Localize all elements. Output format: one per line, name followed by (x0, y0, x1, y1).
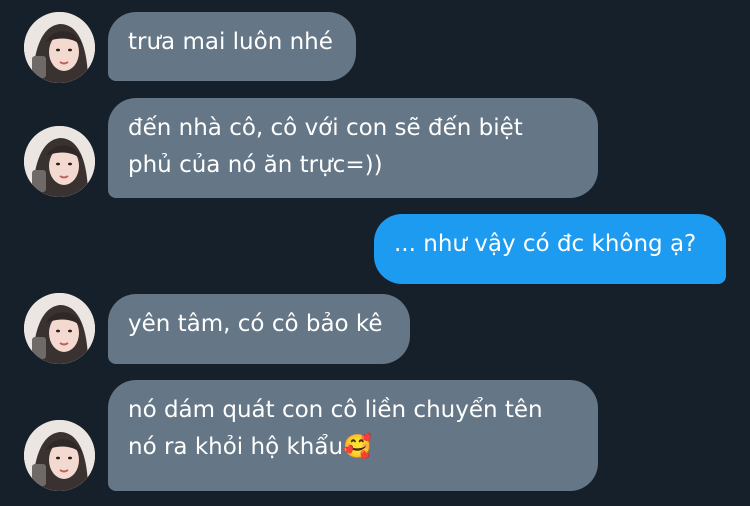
message-bubble-incoming[interactable]: đến nhà cô, cô với con sẽ đến biệt phủ c… (108, 98, 598, 198)
message-text: trưa mai luôn nhé (128, 29, 333, 55)
chat-thread: trưa mai luôn nhé đến nhà cô, cô với con… (0, 0, 750, 506)
message-text: đến nhà cô, cô với con sẽ đến biệt (128, 115, 523, 141)
avatar-photo (24, 126, 95, 197)
message-text: nó dám quát con cô liền chuyển tên (128, 397, 543, 423)
message-bubble-incoming[interactable]: yên tâm, có cô bảo kê (108, 294, 410, 364)
avatar-photo (24, 12, 95, 83)
message-text: nó ra khỏi hộ khẩu🥰 (128, 434, 372, 460)
avatar[interactable] (24, 420, 95, 491)
message-text: phủ của nó ăn trực=)) (128, 152, 383, 178)
message-bubble-outgoing[interactable]: ... như vậy có đc không ạ? (374, 214, 726, 284)
avatar[interactable] (24, 293, 95, 364)
avatar-photo (24, 420, 95, 491)
avatar-photo (24, 293, 95, 364)
message-bubble-incoming[interactable]: nó dám quát con cô liền chuyển tên nó ra… (108, 380, 598, 491)
message-bubble-incoming[interactable]: trưa mai luôn nhé (108, 12, 356, 81)
message-text: yên tâm, có cô bảo kê (128, 311, 383, 337)
message-text: ... như vậy có đc không ạ? (394, 231, 697, 257)
avatar[interactable] (24, 12, 95, 83)
avatar[interactable] (24, 126, 95, 197)
